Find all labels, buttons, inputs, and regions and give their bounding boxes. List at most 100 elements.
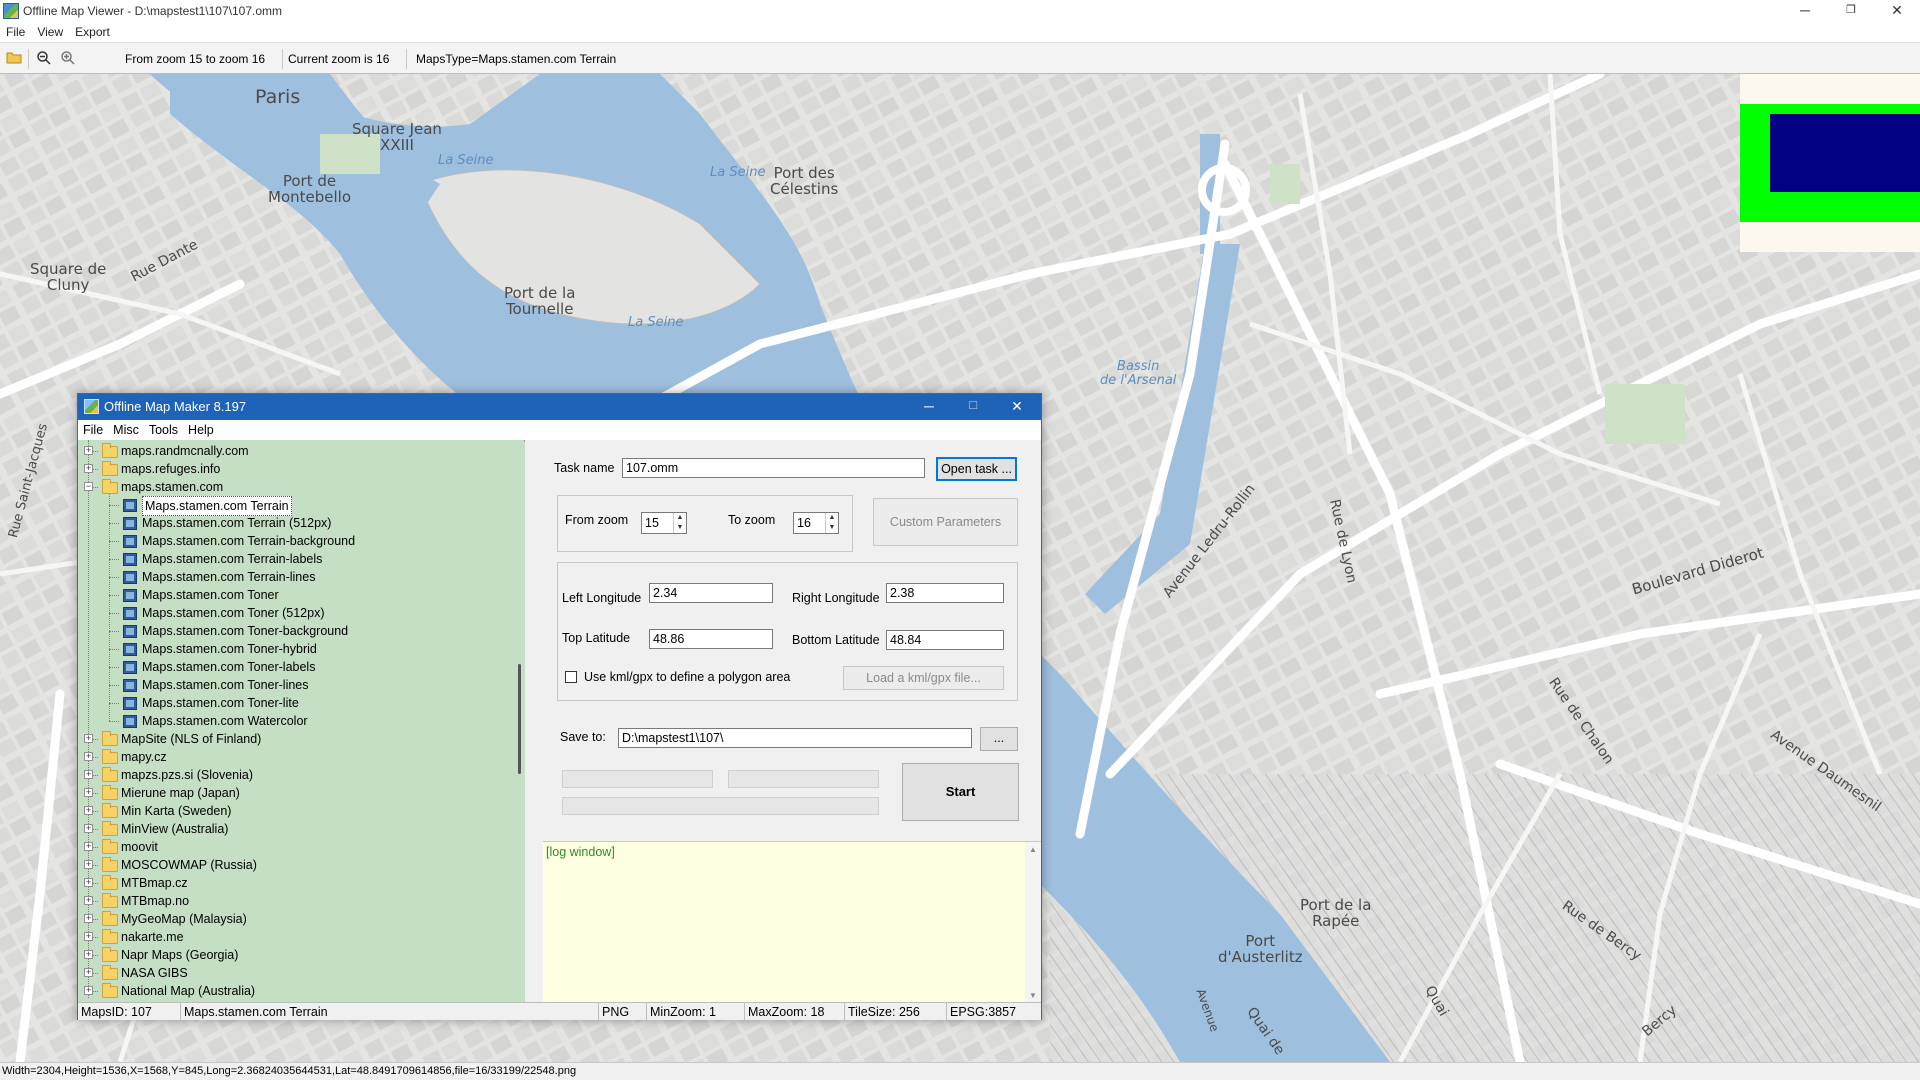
folder-icon xyxy=(102,731,118,746)
tree-folder-item[interactable]: + NASA GIBS xyxy=(78,964,515,982)
tree-folder-item[interactable]: + National Map (Australia) xyxy=(78,982,515,1000)
dialog-close-icon[interactable]: ✕ xyxy=(995,394,1039,420)
tree-folder-item[interactable]: + MapSite (NLS of Finland) xyxy=(78,730,515,748)
start-button[interactable]: Start xyxy=(902,763,1019,821)
tree-folder-item[interactable]: + nakarte.me xyxy=(78,928,515,946)
dialog-menu-misc[interactable]: Misc xyxy=(108,420,144,440)
expand-icon[interactable]: + xyxy=(84,770,93,779)
zoom-in-icon[interactable] xyxy=(59,50,77,68)
tree-scrollbar[interactable] xyxy=(515,442,525,1002)
tree-map-item[interactable]: Maps.stamen.com Terrain-labels xyxy=(78,550,515,568)
tree-folder-item[interactable]: − maps.stamen.com xyxy=(78,478,515,496)
tree-map-item[interactable]: Maps.stamen.com Terrain (512px) xyxy=(78,514,515,532)
open-task-button[interactable]: Open task ... xyxy=(936,457,1017,481)
log-scrollbar[interactable]: ▲ ▼ xyxy=(1025,842,1041,1003)
expand-icon[interactable]: + xyxy=(84,752,93,761)
status-epsg: EPSG:3857 xyxy=(950,1005,1017,1019)
tree-folder-item[interactable]: + mapy.cz xyxy=(78,748,515,766)
tree-connector xyxy=(109,595,119,596)
tree-folder-item[interactable]: + MinView (Australia) xyxy=(78,820,515,838)
expand-icon[interactable]: + xyxy=(84,968,93,977)
tree-map-item[interactable]: Maps.stamen.com Toner-labels xyxy=(78,658,515,676)
tree-item-label: mapzs.pzs.si (Slovenia) xyxy=(121,768,253,782)
dialog-titlebar[interactable]: Offline Map Maker 8.197 ─ ☐ ✕ xyxy=(78,394,1041,420)
scroll-up-icon[interactable]: ▲ xyxy=(1029,845,1037,854)
task-name-field[interactable]: 107.omm xyxy=(622,458,925,478)
dialog-maximize-icon[interactable]: ☐ xyxy=(951,394,995,420)
tree-map-item[interactable]: Maps.stamen.com Toner (512px) xyxy=(78,604,515,622)
tree-item-label: MyGeoMap (Malaysia) xyxy=(121,912,247,926)
tree-map-item[interactable]: Maps.stamen.com Watercolor xyxy=(78,712,515,730)
expand-icon[interactable]: + xyxy=(84,842,93,851)
tree-map-item[interactable]: Maps.stamen.com Terrain-background xyxy=(78,532,515,550)
menu-file[interactable]: File xyxy=(0,22,31,42)
tree-item-label: Maps.stamen.com Terrain xyxy=(142,496,292,516)
tree-connector xyxy=(109,613,119,614)
tree-map-item[interactable]: Maps.stamen.com Toner-background xyxy=(78,622,515,640)
log-window[interactable]: [log window] ▲ ▼ xyxy=(543,841,1041,1003)
expand-icon[interactable]: + xyxy=(84,914,93,923)
collapse-icon[interactable]: − xyxy=(84,482,93,491)
expand-icon[interactable]: + xyxy=(84,878,93,887)
tree-folder-item[interactable]: + MTBmap.no xyxy=(78,892,515,910)
tree-folder-item[interactable]: + mapzs.pzs.si (Slovenia) xyxy=(78,766,515,784)
dialog-menu-tools[interactable]: Tools xyxy=(144,420,183,440)
from-zoom-stepper[interactable]: 15 ▲ ▼ xyxy=(641,512,687,534)
scroll-down-icon[interactable]: ▼ xyxy=(1029,991,1037,1000)
load-kml-button[interactable]: Load a kml/gpx file... xyxy=(843,666,1004,690)
tree-map-item[interactable]: Maps.stamen.com Toner-hybrid xyxy=(78,640,515,658)
close-icon[interactable]: ✕ xyxy=(1874,0,1920,22)
maximize-icon[interactable]: ❐ xyxy=(1828,0,1874,22)
expand-icon[interactable]: + xyxy=(84,824,93,833)
to-zoom-stepper[interactable]: 16 ▲ ▼ xyxy=(793,512,839,534)
menu-view[interactable]: View xyxy=(31,22,69,42)
tree-folder-item[interactable]: + MyGeoMap (Malaysia) xyxy=(78,910,515,928)
right-longitude-field[interactable]: 2.38 xyxy=(886,583,1004,603)
custom-parameters-button[interactable]: Custom Parameters xyxy=(873,498,1018,546)
expand-icon[interactable]: + xyxy=(84,896,93,905)
tree-item-label: nakarte.me xyxy=(121,930,184,944)
tree-folder-item[interactable]: + MTBmap.cz xyxy=(78,874,515,892)
expand-icon[interactable]: + xyxy=(84,788,93,797)
tree-map-item[interactable]: Maps.stamen.com Terrain-lines xyxy=(78,568,515,586)
expand-icon[interactable]: + xyxy=(84,734,93,743)
left-longitude-field[interactable]: 2.34 xyxy=(649,583,773,603)
tree-map-item[interactable]: Maps.stamen.com Toner-lines xyxy=(78,676,515,694)
dialog-menu-file[interactable]: File xyxy=(78,420,108,440)
save-to-field[interactable]: D:\mapstest1\107\ xyxy=(618,728,972,748)
dialog-minimize-icon[interactable]: ─ xyxy=(907,394,951,420)
bottom-latitude-field[interactable]: 48.84 xyxy=(886,630,1004,650)
tree-map-item[interactable]: Maps.stamen.com Terrain xyxy=(78,496,515,516)
log-text: [log window] xyxy=(546,845,615,859)
tree-folder-item[interactable]: + Min Karta (Sweden) xyxy=(78,802,515,820)
tree-folder-item[interactable]: + maps.refuges.info xyxy=(78,460,515,478)
menu-export[interactable]: Export xyxy=(69,22,116,42)
expand-icon[interactable]: + xyxy=(84,950,93,959)
expand-icon[interactable]: + xyxy=(84,446,93,455)
expand-icon[interactable]: + xyxy=(84,986,93,995)
tree-map-item[interactable]: Maps.stamen.com Toner-lite xyxy=(78,694,515,712)
browse-button[interactable]: ... xyxy=(980,727,1018,751)
minimize-icon[interactable]: ─ xyxy=(1782,0,1828,22)
expand-icon[interactable]: + xyxy=(84,464,93,473)
expand-icon[interactable]: + xyxy=(84,806,93,815)
tree-folder-item[interactable]: + Napr Maps (Georgia) xyxy=(78,946,515,964)
toolbar-separator xyxy=(282,49,283,69)
tree-folder-item[interactable]: + Mierune map (Japan) xyxy=(78,784,515,802)
open-folder-icon[interactable] xyxy=(5,50,23,68)
dialog-menu-help[interactable]: Help xyxy=(183,420,219,440)
tree-scrollbar-thumb[interactable] xyxy=(518,664,521,774)
expand-icon[interactable]: + xyxy=(84,860,93,869)
map-source-tree[interactable]: + maps.randmcnally.com + maps.refuges.info −… xyxy=(78,440,525,1002)
tree-folder-item[interactable]: + moovit xyxy=(78,838,515,856)
zoom-out-icon[interactable] xyxy=(35,50,53,68)
kml-polygon-checkbox[interactable] xyxy=(565,671,577,683)
tree-folder-item[interactable]: + MOSCOWMAP (Russia) xyxy=(78,856,515,874)
expand-icon[interactable]: + xyxy=(84,932,93,941)
tree-folder-item[interactable]: + maps.randmcnally.com xyxy=(78,442,515,460)
to-zoom-arrows-icon[interactable]: ▲ ▼ xyxy=(825,513,838,533)
top-latitude-field[interactable]: 48.86 xyxy=(649,629,773,649)
tree-map-item[interactable]: Maps.stamen.com Toner xyxy=(78,586,515,604)
from-zoom-label: From zoom xyxy=(565,513,629,527)
from-zoom-arrows-icon[interactable]: ▲ ▼ xyxy=(673,513,686,533)
